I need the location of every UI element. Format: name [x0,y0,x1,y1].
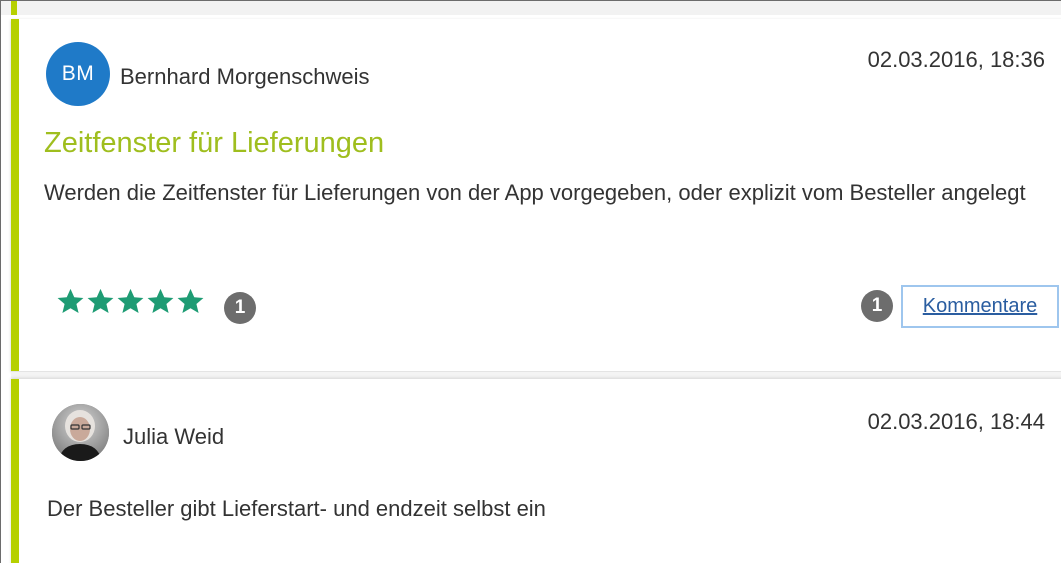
post-card: BM Bernhard Morgenschweis 02.03.2016, 18… [11,19,1061,371]
post-timestamp: 02.03.2016, 18:36 [867,47,1045,72]
star-icon[interactable] [116,287,145,316]
comment-count-badge: 1 [861,290,893,322]
comments-button[interactable]: Kommentare [901,285,1059,328]
user-photo-icon [52,404,109,461]
previous-post-edge [1,1,1061,15]
avatar[interactable] [52,404,109,461]
star-icon[interactable] [146,287,175,316]
post-card: Julia Weid 02.03.2016, 18:44 Der Bestell… [11,379,1061,563]
previous-post-accent [11,1,17,15]
avatar[interactable]: BM [46,42,110,106]
star-rating[interactable] [56,287,205,316]
discussion-page: BM Bernhard Morgenschweis 02.03.2016, 18… [0,0,1061,563]
post-timestamp: 02.03.2016, 18:44 [867,409,1045,434]
rating-count-badge: 1 [224,292,256,324]
post-body: Werden die Zeitfenster für Lieferungen v… [44,180,1026,205]
star-icon[interactable] [56,287,85,316]
avatar-initials: BM [61,62,95,85]
post-body: Der Besteller gibt Lieferstart- und endz… [47,496,546,521]
star-icon[interactable] [86,287,115,316]
post-title[interactable]: Zeitfenster für Lieferungen [44,127,384,160]
author-name[interactable]: Bernhard Morgenschweis [120,64,369,90]
author-name[interactable]: Julia Weid [123,424,224,450]
star-icon[interactable] [176,287,205,316]
